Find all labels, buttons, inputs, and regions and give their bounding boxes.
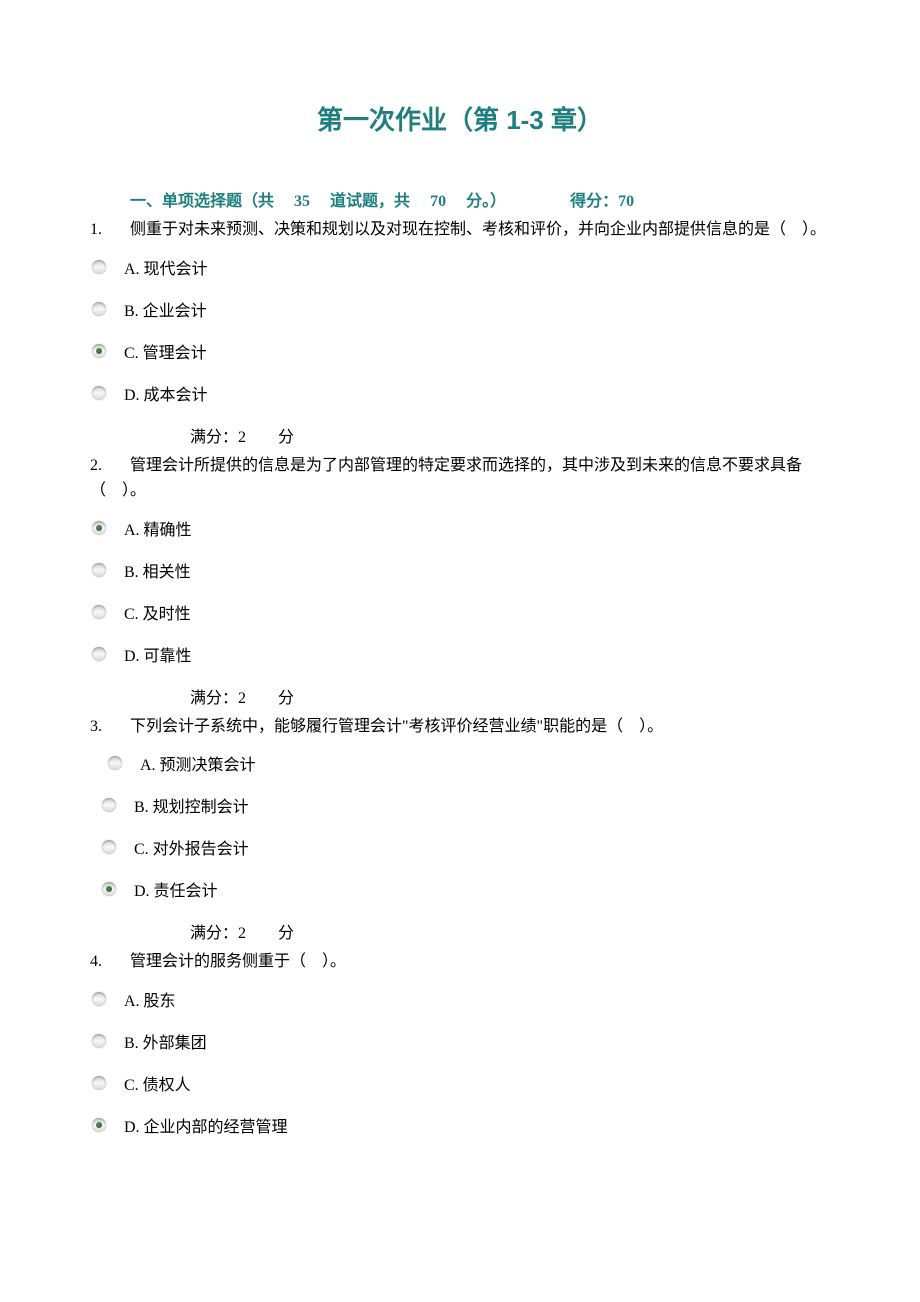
option-A[interactable]: A. 预测决策会计 xyxy=(90,751,830,775)
option-C[interactable]: C. 债权人 xyxy=(90,1071,830,1095)
radio-icon[interactable] xyxy=(102,798,116,812)
option-label: B. 企业会计 xyxy=(124,297,207,321)
section-count: 35 xyxy=(278,193,326,210)
radio-icon[interactable] xyxy=(92,647,106,661)
options-list: A. 股东 B. 外部集团 C. 债权人 D. 企业内部的经营管理 xyxy=(90,987,830,1137)
option-A[interactable]: A. 精确性 xyxy=(90,516,830,540)
option-A[interactable]: A. 现代会计 xyxy=(90,255,830,279)
option-B[interactable]: B. 外部集团 xyxy=(90,1029,830,1053)
radio-icon[interactable] xyxy=(108,756,122,770)
option-label: A. 精确性 xyxy=(124,516,192,540)
question-number: 3. xyxy=(90,714,130,740)
option-label: C. 债权人 xyxy=(124,1071,191,1095)
page-title: 第一次作业（第 1-3 章） xyxy=(90,100,830,137)
question-body: 管理会计所提供的信息是为了内部管理的特定要求而选择的，其中涉及到未来的信息不要求… xyxy=(90,457,802,500)
option-D[interactable]: D. 可靠性 xyxy=(90,642,830,666)
question-text: 3.下列会计子系统中，能够履行管理会计"考核评价经营业绩"职能的是（ ）。 xyxy=(90,714,830,740)
full-score-label: 满分：2 分 xyxy=(90,919,830,943)
question-2: 2.管理会计所提供的信息是为了内部管理的特定要求而选择的，其中涉及到未来的信息不… xyxy=(90,453,830,708)
option-label: A. 预测决策会计 xyxy=(140,751,256,775)
option-D[interactable]: D. 企业内部的经营管理 xyxy=(90,1113,830,1137)
question-body: 下列会计子系统中，能够履行管理会计"考核评价经营业绩"职能的是（ ）。 xyxy=(130,718,663,735)
question-4: 4.管理会计的服务侧重于（ ）。 A. 股东 B. 外部集团 C. 债权人 D. 企业内… xyxy=(90,949,830,1137)
radio-icon[interactable] xyxy=(92,1034,106,1048)
question-1: 1.侧重于对未来预测、决策和规划以及对现在控制、考核和评价，并向企业内部提供信息… xyxy=(90,217,830,447)
option-label: B. 相关性 xyxy=(124,558,191,582)
option-B[interactable]: B. 企业会计 xyxy=(90,297,830,321)
radio-icon[interactable] xyxy=(92,605,106,619)
option-label: A. 现代会计 xyxy=(124,255,208,279)
option-C[interactable]: C. 管理会计 xyxy=(90,339,830,363)
option-C[interactable]: C. 及时性 xyxy=(90,600,830,624)
option-label: A. 股东 xyxy=(124,987,176,1011)
option-B[interactable]: B. 规划控制会计 xyxy=(90,793,830,817)
full-score-label: 满分：2 分 xyxy=(90,423,830,447)
radio-icon[interactable] xyxy=(92,260,106,274)
option-label: B. 规划控制会计 xyxy=(134,793,249,817)
question-text: 2.管理会计所提供的信息是为了内部管理的特定要求而选择的，其中涉及到未来的信息不… xyxy=(90,453,830,504)
radio-icon[interactable] xyxy=(92,521,106,535)
option-label: C. 管理会计 xyxy=(124,339,207,363)
option-D[interactable]: D. 责任会计 xyxy=(90,877,830,901)
radio-icon[interactable] xyxy=(92,1076,106,1090)
question-body: 管理会计的服务侧重于（ ）。 xyxy=(130,953,346,970)
option-label: D. 责任会计 xyxy=(134,877,218,901)
option-D[interactable]: D. 成本会计 xyxy=(90,381,830,405)
radio-icon[interactable] xyxy=(92,992,106,1006)
radio-icon[interactable] xyxy=(92,344,106,358)
question-text: 1.侧重于对未来预测、决策和规划以及对现在控制、考核和评价，并向企业内部提供信息… xyxy=(90,217,830,243)
question-number: 4. xyxy=(90,949,130,975)
section-suffix: 分。） xyxy=(466,193,506,210)
option-B[interactable]: B. 相关性 xyxy=(90,558,830,582)
option-C[interactable]: C. 对外报告会计 xyxy=(90,835,830,859)
radio-icon[interactable] xyxy=(92,1118,106,1132)
options-list: A. 精确性 B. 相关性 C. 及时性 D. 可靠性 xyxy=(90,516,830,666)
section-header: 一、单项选择题（共 35 道试题，共 70 分。） 得分：70 xyxy=(90,187,830,211)
question-text: 4.管理会计的服务侧重于（ ）。 xyxy=(90,949,830,975)
radio-icon[interactable] xyxy=(102,882,116,896)
section-points: 70 xyxy=(414,193,462,210)
section-prefix: 一、单项选择题（共 xyxy=(130,193,274,210)
question-body: 侧重于对未来预测、决策和规划以及对现在控制、考核和评价，并向企业内部提供信息的是… xyxy=(130,221,826,238)
question-number: 1. xyxy=(90,217,130,243)
option-label: B. 外部集团 xyxy=(124,1029,207,1053)
option-A[interactable]: A. 股东 xyxy=(90,987,830,1011)
question-3: 3.下列会计子系统中，能够履行管理会计"考核评价经营业绩"职能的是（ ）。 A. … xyxy=(90,714,830,944)
full-score-label: 满分：2 分 xyxy=(90,684,830,708)
radio-icon[interactable] xyxy=(102,840,116,854)
option-label: C. 及时性 xyxy=(124,600,191,624)
score-display: 得分：70 xyxy=(570,193,634,210)
option-label: D. 成本会计 xyxy=(124,381,208,405)
options-list: A. 现代会计 B. 企业会计 C. 管理会计 D. 成本会计 xyxy=(90,255,830,405)
radio-icon[interactable] xyxy=(92,302,106,316)
option-label: D. 企业内部的经营管理 xyxy=(124,1113,288,1137)
question-number: 2. xyxy=(90,453,130,479)
section-mid: 道试题，共 xyxy=(330,193,410,210)
options-list: A. 预测决策会计 B. 规划控制会计 C. 对外报告会计 D. 责任会计 xyxy=(90,751,830,901)
option-label: C. 对外报告会计 xyxy=(134,835,249,859)
radio-icon[interactable] xyxy=(92,563,106,577)
radio-icon[interactable] xyxy=(92,386,106,400)
option-label: D. 可靠性 xyxy=(124,642,192,666)
